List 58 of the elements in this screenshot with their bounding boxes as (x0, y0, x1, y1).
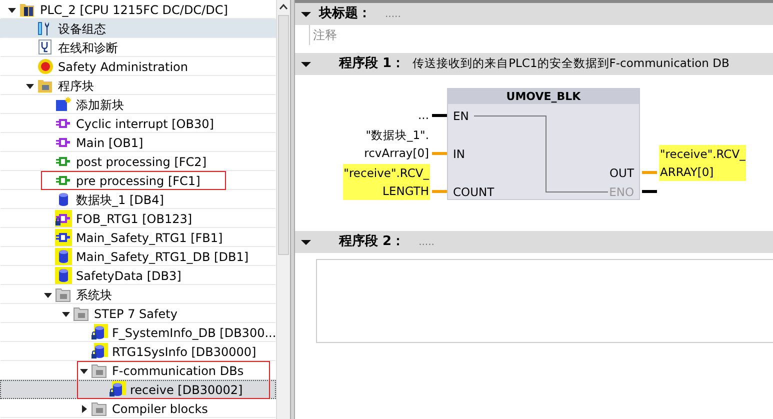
section-comment: ..... (418, 236, 434, 250)
tree-item[interactable]: Main_Safety_RTG1 [FB1] (0, 228, 276, 247)
folder-icon (91, 362, 108, 379)
section-title: 程序段 2： (339, 232, 405, 252)
folder-icon (91, 400, 108, 417)
tree-item[interactable]: Main [OB1] (0, 133, 276, 152)
wire (642, 171, 657, 174)
section-comment: ..... (385, 8, 401, 22)
operand-text[interactable]: ... (417, 106, 430, 124)
folder-icon (37, 77, 54, 94)
pin-label: COUNT (453, 185, 494, 199)
emergency-button-icon (37, 58, 54, 75)
section-title: 程序段 1： (339, 54, 405, 74)
pin-label: OUT (610, 166, 634, 180)
tree-item[interactable]: 在线和诊断 (0, 38, 276, 57)
tree-item[interactable]: Cyclic interrupt [OB30] (0, 114, 276, 133)
tree-item[interactable]: Safety Administration (0, 57, 276, 76)
wire (432, 152, 447, 155)
folder-icon (55, 286, 72, 303)
section-title: 块标题： (319, 5, 371, 24)
tree-item[interactable]: STEP 7 Safety (0, 304, 276, 323)
safety-database-icon (109, 381, 126, 398)
operand-text[interactable]: "数据块_1". rcvArray[0] (363, 126, 430, 162)
safety-block-icon (55, 229, 72, 246)
scrollbar-thumb[interactable] (278, 15, 289, 255)
tree-item[interactable]: 添加新块 (0, 95, 276, 114)
pin-label: IN (453, 147, 465, 161)
tree-item[interactable]: 系统块 (0, 285, 276, 304)
section-comment: 传送接收到的来自PLC1的安全数据到F-communication DB (412, 55, 730, 72)
block-title: UMOVE_BLK (448, 89, 639, 104)
operand-text[interactable]: "receive".RCV_ ARRAY[0] (659, 145, 746, 181)
tree-item[interactable]: RTG1SysInfo [DB30000] (0, 342, 276, 361)
safety-database-icon (91, 324, 108, 341)
tree-item[interactable]: SafetyData [DB3] (0, 266, 276, 285)
tree-item[interactable]: post processing [FC2] (0, 152, 276, 171)
tree-item[interactable]: receive [DB30002] (0, 380, 276, 399)
plc-icon (19, 1, 36, 18)
tree-item[interactable]: Main_Safety_RTG1_DB [DB1] (0, 247, 276, 266)
safety-database-icon (55, 248, 72, 265)
safety-block-icon (55, 210, 72, 227)
diagnostics-icon (37, 39, 54, 56)
tree-item[interactable]: Compiler blocks (0, 399, 276, 418)
wire (432, 190, 447, 193)
safety-database-icon (91, 343, 108, 360)
tree-item[interactable]: 设备组态 (0, 19, 276, 38)
add-block-icon (55, 96, 72, 113)
safety-database-icon (55, 267, 72, 284)
tree-item[interactable]: 数据块_1 [DB4] (0, 190, 276, 209)
pin-label: ENO (609, 185, 634, 199)
operand-text[interactable]: "receive".RCV_ LENGTH (342, 164, 430, 200)
tree-item[interactable]: FOB_RTG1 [OB123] (0, 209, 276, 228)
pin-label: EN (453, 109, 469, 123)
comment-text: 注释 (309, 25, 337, 45)
wire (642, 190, 657, 193)
wire (432, 114, 447, 117)
tree-item[interactable]: F_SystemInfo_DB [DB300... (0, 323, 276, 342)
tree-item[interactable]: 程序块 (0, 76, 276, 95)
folder-icon (73, 305, 90, 322)
